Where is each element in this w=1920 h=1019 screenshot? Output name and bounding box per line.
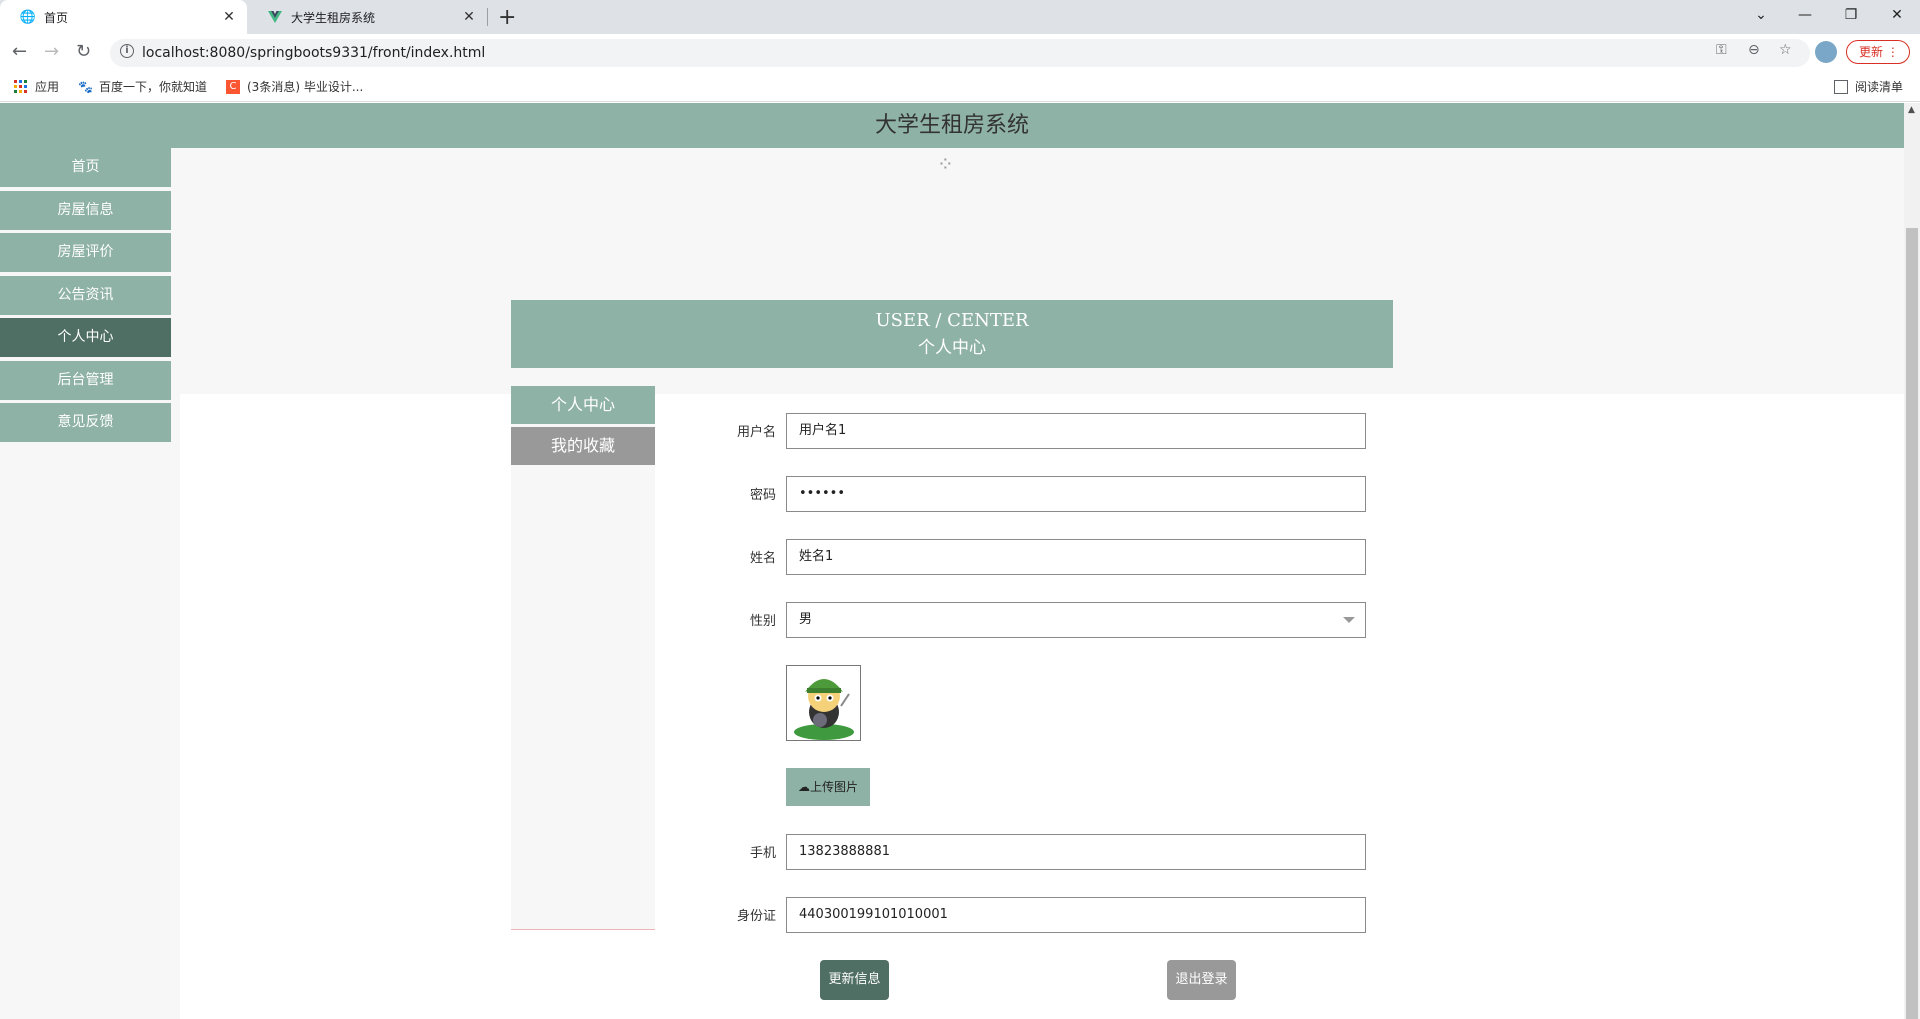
upload-label: 上传图片 — [809, 780, 858, 794]
bookmarks-bar: 应用 🐾 百度一下，你就知道 C (3条消息) 毕业设计... 阅读清单 — [0, 70, 1920, 102]
new-tab-icon[interactable]: + — [498, 5, 516, 30]
bookmark-label: 百度一下，你就知道 — [99, 80, 208, 94]
restore-icon[interactable]: ❐ — [1828, 0, 1874, 30]
user-center-banner: USER / CENTER 个人中心 — [511, 300, 1393, 368]
csdn-icon: C — [226, 79, 240, 94]
tab-rental-system[interactable]: 大学生租房系统 ✕ — [247, 0, 487, 34]
forward-icon[interactable]: → — [44, 41, 59, 62]
left-background — [0, 394, 180, 1019]
tab-search-icon[interactable]: ⌄ — [1738, 0, 1784, 30]
gender-label: 性别 — [749, 614, 776, 629]
nav-item-news[interactable]: 公告资讯 — [0, 275, 171, 315]
bookmark-label: (3条消息) 毕业设计... — [247, 80, 364, 94]
zoom-icon[interactable]: ⊖ — [1748, 42, 1760, 58]
page-scrollbar[interactable]: ▲ — [1904, 103, 1920, 1019]
password-input[interactable]: •••••• — [786, 476, 1366, 512]
apps-grid-icon — [14, 79, 28, 94]
tab-separator — [487, 8, 488, 26]
bookmark-csdn[interactable]: C (3条消息) 毕业设计... — [226, 78, 363, 95]
name-row: 姓名 姓名1 — [700, 539, 1366, 575]
address-bar[interactable]: i localhost:8080/springboots9331/front/i… — [110, 39, 1810, 67]
scrollbar-thumb[interactable] — [1906, 228, 1918, 1019]
name-input[interactable]: 姓名1 — [786, 539, 1366, 575]
bookmark-apps[interactable]: 应用 — [14, 78, 59, 95]
page-viewport: 大学生租房系统 ⁘ 首页 房屋信息 房屋评价 公告资讯 个人中心 后台管理 意见… — [0, 103, 1904, 1019]
info-icon[interactable]: i — [120, 44, 134, 58]
scroll-up-icon[interactable]: ▲ — [1908, 105, 1915, 115]
password-row: 密码 •••••• — [700, 476, 1366, 512]
tab-home[interactable]: 🌐 首页 ✕ — [0, 0, 247, 34]
reading-list-icon — [1834, 79, 1848, 94]
password-label: 密码 — [749, 488, 776, 503]
nav-item-user-center[interactable]: 个人中心 — [0, 318, 171, 357]
window-close-icon[interactable]: ✕ — [1874, 0, 1920, 30]
id-card-row: 身份证 440300199101010001 — [700, 897, 1366, 933]
gender-row: 性别 男 — [700, 602, 1366, 638]
vue-icon — [267, 9, 283, 25]
bookmark-baidu[interactable]: 🐾 百度一下，你就知道 — [78, 78, 207, 95]
globe-icon: 🌐 — [19, 9, 37, 25]
site-nav: 首页 房屋信息 房屋评价 公告资讯 个人中心 后台管理 意见反馈 — [0, 148, 171, 446]
reading-list-label: 阅读清单 — [1855, 80, 1904, 94]
cloud-upload-icon: ☁ — [797, 780, 810, 794]
reload-icon[interactable]: ↻ — [76, 41, 91, 62]
nav-item-home[interactable]: 首页 — [0, 148, 171, 187]
gender-select[interactable]: 男 — [786, 602, 1366, 638]
side-item-favorites[interactable]: 我的收藏 — [511, 427, 655, 465]
gender-value: 男 — [799, 612, 813, 627]
username-row: 用户名 用户名1 — [700, 413, 1366, 449]
close-icon[interactable]: ✕ — [221, 9, 237, 25]
nav-item-feedback[interactable]: 意见反馈 — [0, 403, 171, 442]
avatar-image — [786, 665, 861, 741]
bookmark-label: 应用 — [35, 80, 60, 94]
side-item-user-center[interactable]: 个人中心 — [511, 386, 655, 424]
site-title: 大学生租房系统 — [0, 103, 1904, 148]
banner-title-en: USER / CENTER — [875, 310, 1029, 331]
profile-avatar[interactable] — [1815, 41, 1837, 63]
reading-list[interactable]: 阅读清单 — [1834, 78, 1903, 95]
id-card-label: 身份证 — [736, 909, 776, 924]
loading-spinner-icon: ⁘ — [937, 152, 954, 176]
nav-item-admin[interactable]: 后台管理 — [0, 360, 171, 400]
username-label: 用户名 — [736, 425, 776, 440]
back-icon[interactable]: ← — [12, 41, 27, 62]
id-card-input[interactable]: 440300199101010001 — [786, 897, 1366, 933]
username-input[interactable]: 用户名1 — [786, 413, 1366, 449]
phone-input[interactable]: 13823888881 — [786, 834, 1366, 870]
nav-item-house-info[interactable]: 房屋信息 — [0, 190, 171, 230]
baidu-paw-icon: 🐾 — [78, 79, 93, 94]
key-icon[interactable]: ⚿ — [1716, 42, 1727, 58]
chevron-down-icon — [1343, 617, 1355, 623]
update-label: 更新 — [1859, 45, 1884, 59]
phone-label: 手机 — [749, 846, 776, 861]
browser-tab-bar: 🌐 首页 ✕ 大学生租房系统 ✕ + ⌄ — ❐ ✕ — [0, 0, 1920, 34]
nav-item-house-review[interactable]: 房屋评价 — [0, 233, 171, 272]
logout-button[interactable]: 退出登录 — [1167, 960, 1236, 1000]
tab-title: 首页 — [44, 10, 69, 25]
browser-update-button[interactable]: 更新 ⋮ — [1846, 40, 1910, 64]
star-icon[interactable]: ☆ — [1779, 42, 1792, 58]
user-center-sidebar: 个人中心 我的收藏 — [511, 386, 655, 930]
url-text: localhost:8080/springboots9331/front/ind… — [142, 45, 486, 61]
upload-image-button[interactable]: ☁上传图片 — [786, 768, 870, 806]
browser-toolbar: ← → ↻ i localhost:8080/springboots9331/f… — [0, 34, 1920, 70]
tab-title: 大学生租房系统 — [291, 10, 376, 25]
phone-row: 手机 13823888881 — [700, 834, 1366, 870]
minimize-icon[interactable]: — — [1782, 0, 1828, 30]
name-label: 姓名 — [749, 551, 776, 566]
close-icon[interactable]: ✕ — [461, 9, 477, 25]
banner-title-cn: 个人中心 — [918, 338, 986, 358]
update-info-button[interactable]: 更新信息 — [820, 960, 889, 1000]
